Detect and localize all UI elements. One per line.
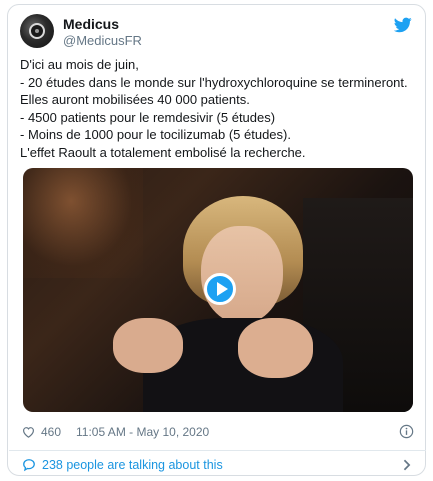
account-name[interactable]: Medicus — [63, 16, 119, 32]
twitter-bird-icon[interactable] — [394, 17, 412, 33]
tweet-line: - 20 études dans le monde sur l'hydroxyc… — [20, 74, 408, 90]
account-handle[interactable]: @MedicusFR — [63, 33, 142, 48]
tweet-line: Elles auront mobilisées 40 000 patients. — [20, 92, 250, 108]
video-figure-hand — [113, 318, 183, 373]
like-count[interactable]: 460 — [41, 425, 61, 439]
comment-bubble-icon — [23, 459, 35, 472]
tweet-timestamp[interactable]: 11:05 AM - May 10, 2020 — [76, 425, 209, 439]
tweet-card[interactable]: Medicus @MedicusFR D'ici au mois de juin… — [7, 4, 426, 476]
info-icon[interactable] — [399, 424, 414, 439]
conversation-link[interactable]: 238 people are talking about this — [22, 457, 414, 475]
chevron-right-icon[interactable] — [402, 459, 412, 471]
tweet-line: - Moins de 1000 pour le tocilizumab (5 é… — [20, 127, 291, 143]
tweet-line: L'effet Raoult a totalement embolisé la … — [20, 144, 306, 160]
avatar[interactable] — [20, 14, 54, 48]
tweet-line: - 4500 patients pour le remdesivir (5 ét… — [20, 109, 276, 125]
tweet-text: D'ici au mois de juin, - 20 études dans … — [20, 56, 418, 162]
video-player[interactable] — [23, 168, 413, 412]
play-icon[interactable] — [204, 273, 236, 305]
divider — [9, 450, 426, 451]
tweet-line: D'ici au mois de juin, — [20, 57, 139, 72]
video-background — [23, 168, 143, 278]
tweet-meta: 460 11:05 AM - May 10, 2020 — [22, 424, 414, 442]
tweet-header: Medicus @MedicusFR — [20, 13, 416, 49]
camera-lens-icon — [29, 23, 45, 39]
heart-icon[interactable] — [22, 426, 35, 438]
conversation-count-label[interactable]: 238 people are talking about this — [42, 458, 223, 472]
video-figure-hand — [238, 318, 313, 378]
